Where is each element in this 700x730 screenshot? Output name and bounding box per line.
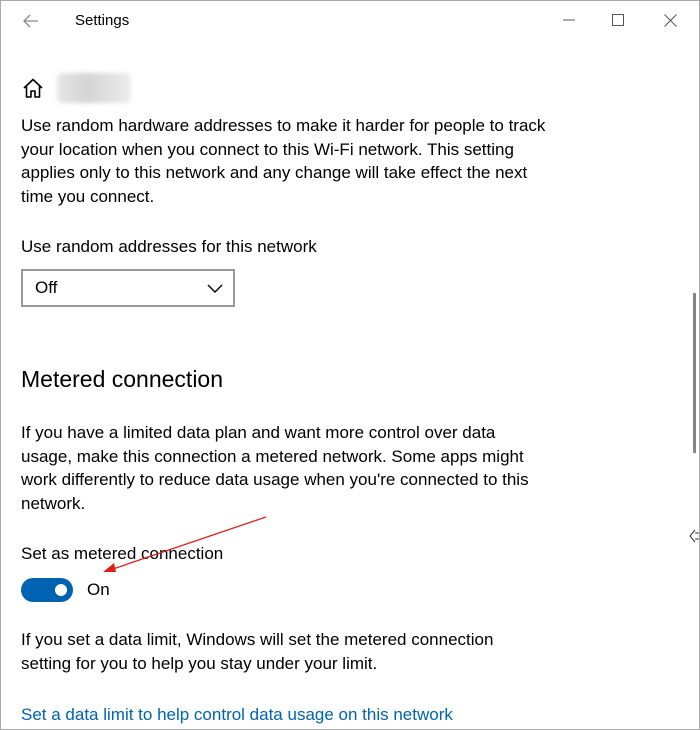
- maximize-icon: [612, 14, 624, 26]
- metered-description: If you have a limited data plan and want…: [21, 423, 529, 513]
- data-limit-note: If you set a data limit, Windows will se…: [21, 630, 494, 673]
- random-address-selected-value: Off: [35, 278, 58, 297]
- set-data-limit-link[interactable]: Set a data limit to help control data us…: [21, 705, 453, 725]
- network-name-redacted: [57, 73, 131, 103]
- home-icon: [23, 78, 43, 98]
- random-address-description: Use random hardware addresses to make it…: [21, 116, 546, 206]
- random-address-dropdown[interactable]: Off: [21, 269, 235, 307]
- resize-cursor-icon: [689, 529, 699, 543]
- metered-toggle-label: Set as metered connection: [21, 544, 224, 563]
- close-button[interactable]: [647, 5, 693, 35]
- scrollbar-thumb[interactable]: [693, 293, 696, 453]
- random-address-label: Use random addresses for this network: [21, 237, 317, 256]
- back-arrow-icon: [23, 14, 38, 28]
- metered-connection-heading: Metered connection: [21, 366, 224, 392]
- settings-window: Settings Use random hardware addresses t…: [0, 0, 700, 730]
- home-button[interactable]: [21, 76, 45, 100]
- minimize-icon: [563, 19, 575, 21]
- title-bar: Settings: [1, 1, 699, 41]
- minimize-button[interactable]: [546, 5, 592, 35]
- back-button[interactable]: [15, 7, 47, 35]
- metered-toggle[interactable]: [21, 578, 73, 602]
- close-icon: [663, 13, 677, 27]
- metered-toggle-state: On: [87, 580, 110, 599]
- window-title: Settings: [75, 12, 130, 29]
- maximize-button[interactable]: [595, 5, 641, 35]
- toggle-knob: [55, 584, 67, 596]
- page-header: [21, 71, 131, 105]
- chevron-down-icon: [207, 284, 223, 293]
